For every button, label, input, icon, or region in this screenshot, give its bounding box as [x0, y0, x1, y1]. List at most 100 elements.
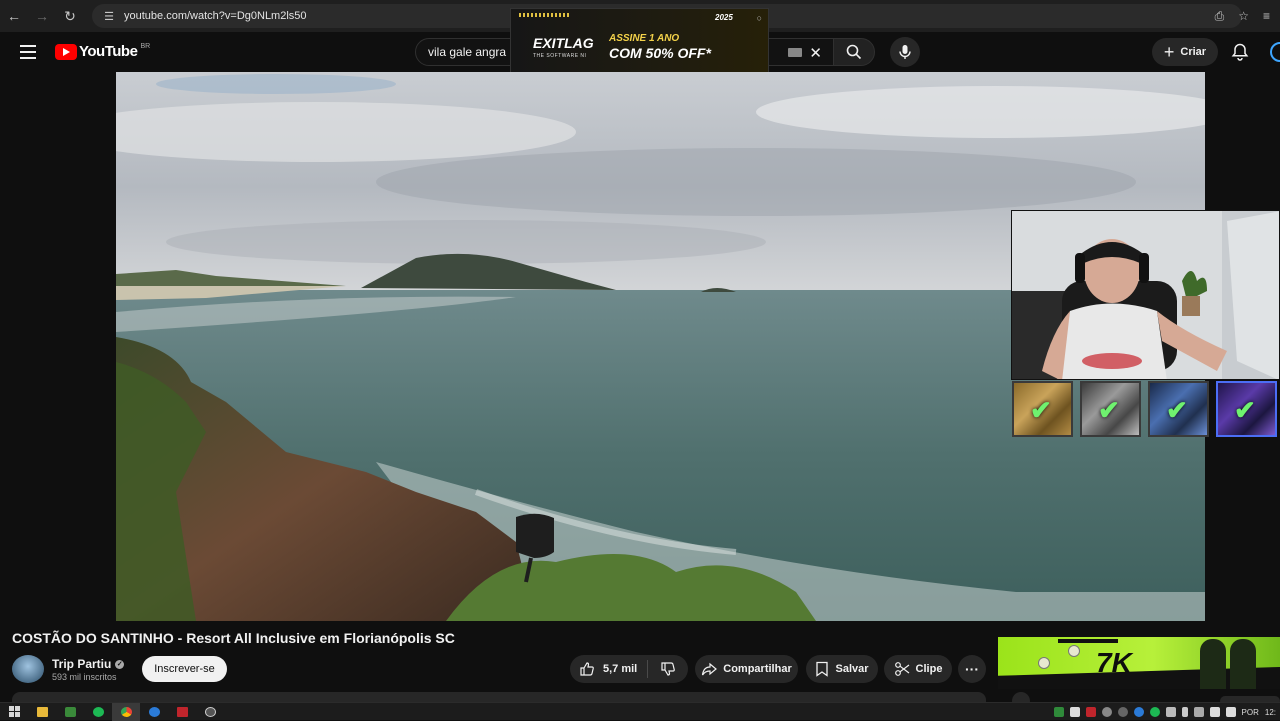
search-icon — [846, 44, 862, 60]
media-app-icon[interactable] — [168, 703, 196, 721]
tray-app-icon[interactable] — [1101, 707, 1112, 717]
input-language[interactable]: POR — [1242, 708, 1259, 717]
site-settings-icon[interactable]: ☰ — [102, 9, 116, 23]
verified-check-icon: ✓ — [115, 659, 125, 669]
soccer-ball-icon — [1038, 657, 1050, 669]
tray-app-icon[interactable] — [1053, 707, 1064, 717]
region-code: BR — [140, 43, 151, 50]
windows-start-icon[interactable] — [0, 703, 28, 721]
top-ad-banner[interactable]: EXITLAG THE SOFTWARE NI ASSINE 1 ANO COM… — [510, 8, 769, 80]
install-app-icon[interactable]: ⎙ — [1215, 9, 1225, 24]
back-arrow-icon[interactable]: ← — [0, 0, 28, 32]
badge-purple: ✔ — [1216, 381, 1277, 437]
file-explorer-icon[interactable] — [28, 703, 56, 721]
save-label: Salvar — [835, 663, 869, 675]
tray-app-icon[interactable] — [1085, 707, 1096, 717]
notifications-bell-icon[interactable] — [1230, 42, 1250, 62]
share-button[interactable]: Compartilhar — [695, 655, 798, 683]
tray-app-icon[interactable] — [1149, 707, 1160, 717]
ad-person-image — [1200, 639, 1226, 689]
taskbar-clock[interactable]: 12: — [1265, 708, 1276, 717]
clear-search-icon[interactable]: ✕ — [809, 44, 822, 62]
windows-taskbar: POR 12: — [0, 702, 1280, 721]
speaker-icon[interactable] — [1209, 707, 1220, 717]
create-label: Criar — [1180, 46, 1207, 58]
bookmark-icon — [816, 661, 829, 677]
ad-header-bar — [1058, 639, 1118, 643]
youtube-play-icon — [55, 43, 77, 60]
tray-app-icon[interactable] — [1117, 707, 1128, 717]
save-button[interactable]: Salvar — [806, 655, 878, 683]
description-box[interactable] — [12, 692, 986, 702]
ad-stripe-decoration — [519, 13, 571, 17]
voice-search-button[interactable] — [890, 37, 920, 67]
obs-icon[interactable] — [196, 703, 224, 721]
badge-silver: ✔ — [1080, 381, 1141, 437]
system-tray: POR 12: — [1053, 703, 1280, 721]
ad-brand-logo: 7K — [1096, 647, 1132, 678]
menu-icon[interactable] — [20, 45, 36, 59]
tray-app-icon[interactable] — [1193, 707, 1204, 717]
clip-button[interactable]: Clipe — [884, 655, 952, 683]
achievement-badges: ✔ ✔ ✔ ✔ — [1011, 381, 1280, 439]
webcam-person-image — [1012, 211, 1279, 379]
video-title: COSTÃO DO SANTINHO - Resort All Inclusiv… — [12, 630, 455, 646]
ad-choices-icon[interactable]: ○ — [757, 13, 762, 23]
create-button[interactable]: + Criar — [1152, 38, 1218, 66]
more-icon: ··· — [965, 661, 979, 677]
address-url[interactable]: youtube.com/watch?v=Dg0NLm2ls50 — [124, 10, 307, 22]
plus-icon: + — [1163, 42, 1175, 62]
ad-offer: COM 50% OFF* — [609, 45, 711, 61]
streamer-webcam — [1011, 210, 1280, 380]
share-arrow-icon — [702, 662, 718, 676]
game-app-icon[interactable] — [56, 703, 84, 721]
search-query[interactable]: vila gale angra — [428, 45, 506, 59]
ad-tagline: THE SOFTWARE NI — [533, 53, 587, 59]
clip-label: Clipe — [915, 663, 943, 675]
scissors-icon — [894, 662, 909, 676]
checkmark-icon: ✔ — [1234, 395, 1256, 425]
network-icon[interactable] — [1225, 707, 1236, 717]
bookmark-star-icon[interactable]: ☆ — [1238, 9, 1249, 23]
keyboard-icon[interactable] — [788, 48, 802, 57]
ad-logo: EXITLAG — [533, 35, 594, 51]
like-button[interactable]: 5,7 mil — [570, 660, 648, 678]
subscriber-count: 593 mil inscritos — [52, 672, 117, 682]
related-video-peek[interactable] — [1012, 692, 1280, 710]
account-avatar[interactable] — [1270, 42, 1280, 62]
checkmark-icon: ✔ — [1166, 395, 1188, 425]
ad-year-badge: 2025 — [715, 13, 733, 22]
forward-arrow-icon[interactable]: → — [28, 0, 56, 32]
sidebar-ad-banner[interactable]: 7K — [998, 637, 1280, 689]
tray-app-icon[interactable] — [1133, 707, 1144, 717]
checkmark-icon: ✔ — [1098, 395, 1120, 425]
more-actions-button[interactable]: ··· — [958, 655, 986, 683]
subscribe-button[interactable]: Inscrever-se — [142, 656, 227, 682]
dislike-button[interactable] — [648, 661, 688, 677]
ad-person-image — [1230, 639, 1256, 689]
like-dislike-group: 5,7 mil — [570, 655, 688, 683]
ad-headline: ASSINE 1 ANO — [609, 33, 680, 44]
thumbs-down-icon — [661, 662, 675, 676]
reload-icon[interactable]: ↻ — [56, 0, 84, 32]
spotify-icon[interactable] — [84, 703, 112, 721]
reading-list-icon[interactable]: ≡ — [1263, 9, 1270, 23]
chrome-icon[interactable] — [112, 702, 140, 721]
edge-app-icon[interactable] — [140, 703, 168, 721]
checkmark-icon: ✔ — [1030, 395, 1052, 425]
channel-name-link[interactable]: Trip Partiu ✓ — [52, 657, 125, 671]
youtube-logo[interactable]: YouTube BR — [55, 43, 150, 60]
share-label: Compartilhar — [723, 663, 792, 675]
search-button[interactable] — [833, 38, 875, 66]
microphone-icon — [899, 45, 911, 59]
badge-blue: ✔ — [1148, 381, 1209, 437]
like-count: 5,7 mil — [603, 663, 638, 675]
tray-mic-icon[interactable] — [1181, 707, 1188, 717]
thumbs-up-icon — [580, 662, 594, 676]
youtube-wordmark: YouTube — [79, 43, 138, 60]
tray-app-icon[interactable] — [1165, 707, 1176, 717]
channel-avatar[interactable] — [12, 655, 44, 683]
channel-name[interactable]: Trip Partiu — [52, 657, 111, 671]
soccer-ball-icon — [1068, 645, 1080, 657]
tray-app-icon[interactable] — [1069, 707, 1080, 717]
